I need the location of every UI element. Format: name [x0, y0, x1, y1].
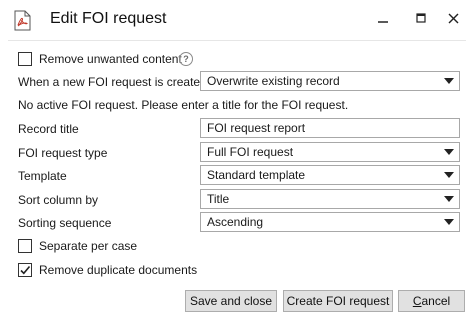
when-new-select[interactable]: Overwrite existing record: [200, 71, 460, 91]
maximize-button[interactable]: [406, 6, 436, 30]
template-label: Template: [18, 169, 67, 183]
remove-unwanted-label[interactable]: Remove unwanted content: [39, 52, 182, 66]
when-new-label: When a new FOI request is created: [18, 75, 207, 89]
sorting-sequence-select[interactable]: Ascending: [200, 212, 460, 232]
remove-duplicates-label[interactable]: Remove duplicate documents: [39, 263, 197, 277]
minimize-button[interactable]: [368, 6, 398, 30]
save-and-close-button[interactable]: Save and close: [185, 290, 277, 312]
request-type-select[interactable]: Full FOI request: [200, 142, 460, 162]
separate-per-case-checkbox[interactable]: [18, 239, 32, 253]
remove-duplicates-checkbox[interactable]: [18, 263, 32, 277]
sort-column-select[interactable]: Title: [200, 189, 460, 209]
cancel-button[interactable]: Cancel: [398, 290, 465, 312]
separate-per-case-label[interactable]: Separate per case: [39, 239, 137, 253]
sort-column-value: Title: [207, 192, 230, 206]
minimize-icon: [378, 13, 388, 23]
sorting-sequence-value: Ascending: [207, 215, 264, 229]
help-icon[interactable]: ?: [179, 52, 193, 66]
close-icon: [448, 13, 459, 24]
record-title-input[interactable]: FOI request report: [200, 118, 460, 138]
info-text: No active FOI request. Please enter a ti…: [18, 98, 349, 112]
chevron-down-icon: [444, 172, 454, 178]
window-title: Edit FOI request: [50, 10, 167, 27]
maximize-icon: [416, 13, 426, 23]
pdf-document-icon: [14, 10, 31, 31]
chevron-down-icon: [444, 219, 454, 225]
save-and-close-label: Save and close: [189, 294, 273, 308]
create-foi-request-button[interactable]: Create FOI request: [283, 290, 393, 312]
request-type-label: FOI request type: [18, 146, 108, 160]
remove-unwanted-checkbox[interactable]: [18, 52, 32, 66]
create-foi-request-label: Create FOI request: [286, 294, 390, 308]
template-value: Standard template: [207, 168, 306, 182]
sorting-sequence-label: Sorting sequence: [18, 216, 112, 230]
chevron-down-icon: [444, 196, 454, 202]
close-button[interactable]: [438, 6, 468, 30]
sort-column-label: Sort column by: [18, 193, 99, 207]
record-title-label: Record title: [18, 122, 79, 136]
cancel-label: Cancel: [412, 294, 451, 308]
when-new-value: Overwrite existing record: [207, 74, 340, 88]
chevron-down-icon: [444, 78, 454, 84]
request-type-value: Full FOI request: [207, 145, 294, 159]
chevron-down-icon: [444, 149, 454, 155]
record-title-value: FOI request report: [207, 121, 306, 135]
template-select[interactable]: Standard template: [200, 165, 460, 185]
title-bar: Edit FOI request: [0, 0, 474, 40]
title-separator: [8, 40, 466, 41]
